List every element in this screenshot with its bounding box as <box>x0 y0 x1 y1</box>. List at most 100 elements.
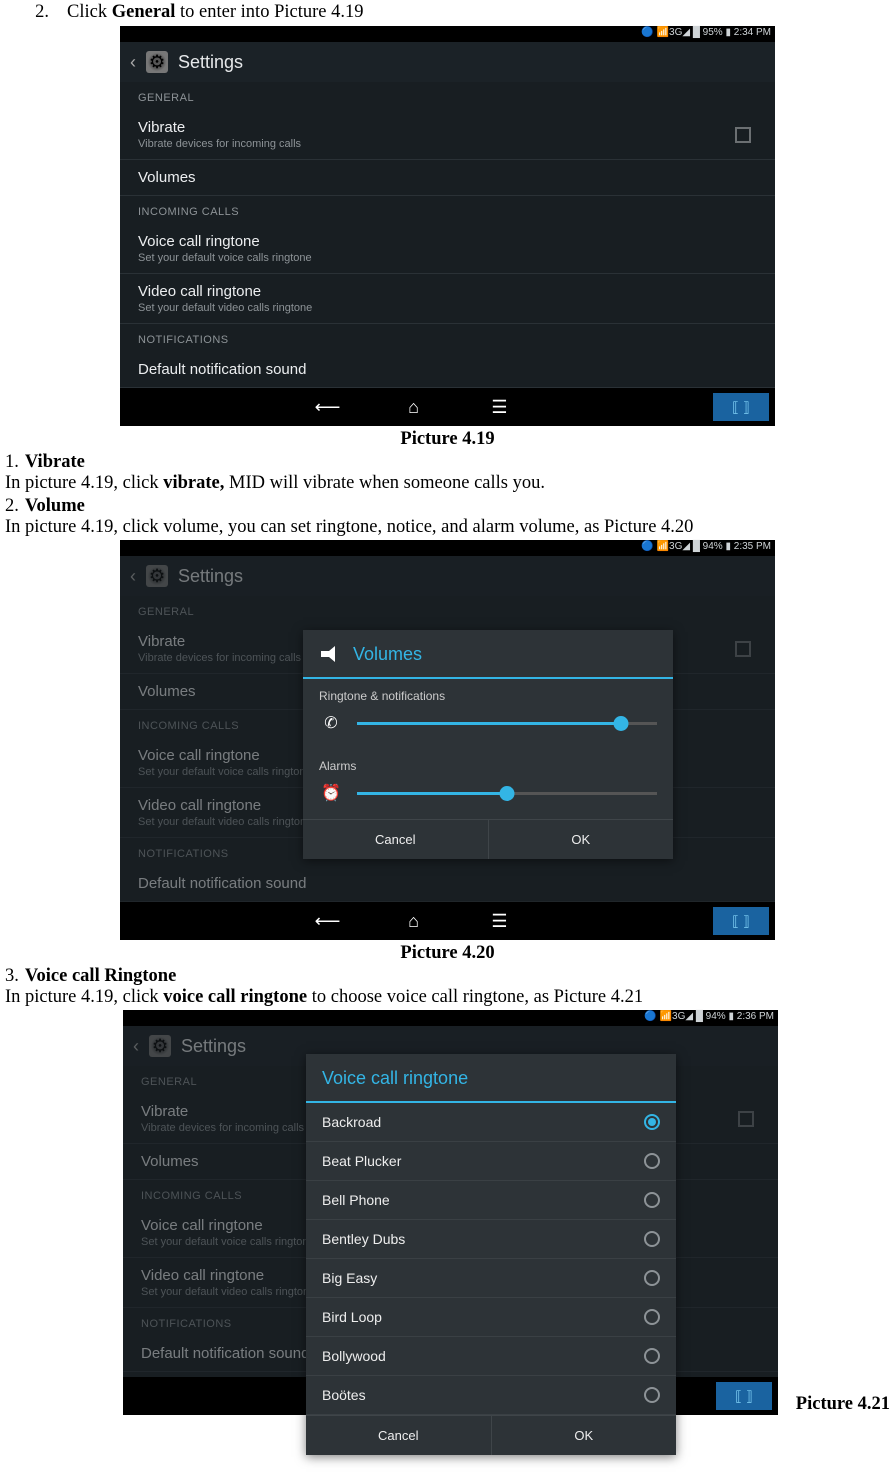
ringtone-item[interactable]: Bollywood <box>306 1337 676 1376</box>
vol-ok-button[interactable]: OK <box>489 820 674 859</box>
status-bar: 🔵 📶3G◢ █ 95% ▮ 2:34 PM <box>120 26 775 42</box>
ringtone-item-label: Big Easy <box>322 1270 377 1286</box>
section-general: GENERAL <box>120 82 775 110</box>
ringtone-item-label: Backroad <box>322 1114 381 1130</box>
radio-icon[interactable] <box>644 1348 660 1364</box>
volumes-dialog-title: Volumes <box>303 630 673 679</box>
phone-icon: ✆ <box>319 711 343 735</box>
settings-header: ‹ ⚙ Settings <box>120 42 775 82</box>
radio-icon[interactable] <box>644 1387 660 1403</box>
ringtone-dialog-title: Voice call ringtone <box>306 1054 676 1103</box>
instr-bold: General <box>112 2 176 22</box>
sec3-body: In picture 4.19, click voice call ringto… <box>5 987 890 1008</box>
settings-header-2: ‹ ⚙ Settings <box>120 556 775 596</box>
vol-dialog-buttons: Cancel OK <box>303 819 673 859</box>
radio-icon[interactable] <box>644 1231 660 1247</box>
gear-icon-3: ⚙ <box>149 1035 171 1057</box>
ringtone-item[interactable]: Bird Loop <box>306 1298 676 1337</box>
default-notif: Default notification sound <box>138 361 757 378</box>
item-default-notif[interactable]: Default notification sound <box>120 352 775 388</box>
sec2-body: In picture 4.19, click volume, you can s… <box>5 517 890 538</box>
ring-thumb[interactable] <box>614 716 629 731</box>
nav-bar-2: ⟵ ⌂ ☰ ⟦ ⟧ <box>120 902 775 940</box>
slider-ringtone[interactable]: ✆ <box>303 705 673 749</box>
sec1-body-post: MID will vibrate when someone calls you. <box>224 473 545 493</box>
ringtone-item-label: Bird Loop <box>322 1309 382 1325</box>
caption-4-20: Picture 4.20 <box>5 943 890 964</box>
ringtone-item[interactable]: Bentley Dubs <box>306 1220 676 1259</box>
ringtone-item[interactable]: Big Easy <box>306 1259 676 1298</box>
sec3-num: 3. <box>5 966 19 986</box>
video-title: Video call ringtone <box>138 283 757 300</box>
heading-volume: 2.Volume <box>5 496 890 517</box>
item-vibrate[interactable]: Vibrate Vibrate devices for incoming cal… <box>120 110 775 160</box>
item-video-call[interactable]: Video call ringtone Set your default vid… <box>120 274 775 324</box>
nav-back-icon[interactable]: ⟵ <box>285 397 371 418</box>
ring-cancel-button[interactable]: Cancel <box>306 1416 492 1455</box>
volumes-title: Volumes <box>138 169 757 186</box>
ringtone-list: Backroad Beat Plucker Bell Phone Bentley Du… <box>306 1103 676 1415</box>
video-sub: Set your default video calls ringtone <box>138 302 757 314</box>
ringtone-item-label: Bell Phone <box>322 1192 390 1208</box>
bg-sec-general: GENERAL <box>120 596 775 624</box>
back-chevron-icon-3: ‹ <box>133 1036 139 1057</box>
gear-icon-2: ⚙ <box>146 565 168 587</box>
bg-dn-t: Default notification sound <box>138 875 757 892</box>
vol-cancel-button[interactable]: Cancel <box>303 820 489 859</box>
status-bar-3: 🔵 📶3G◢ █ 94% ▮ 2:36 PM <box>123 1010 778 1026</box>
radio-icon[interactable] <box>644 1270 660 1286</box>
settings-title: Settings <box>178 52 243 73</box>
voice-sub: Set your default voice calls ringtone <box>138 252 757 264</box>
nav-screenshot-icon[interactable]: ⟦ ⟧ <box>713 393 769 421</box>
nav-back-icon-2[interactable]: ⟵ <box>285 911 371 932</box>
vibrate-sub: Vibrate devices for incoming calls <box>138 138 757 150</box>
nav-recent-icon[interactable]: ☰ <box>457 397 543 418</box>
ringtone-item[interactable]: Bell Phone <box>306 1181 676 1220</box>
alarm-icon: ⏰ <box>319 781 343 805</box>
radio-icon[interactable] <box>644 1153 660 1169</box>
volumes-dialog: Volumes Ringtone & notifications ✆ Alarm… <box>303 630 673 859</box>
nav-recent-icon-2[interactable]: ☰ <box>457 911 543 932</box>
nav-home-icon-2[interactable]: ⌂ <box>371 911 457 932</box>
back-chevron-icon[interactable]: ‹ <box>130 52 136 73</box>
ringtone-item[interactable]: Boötes <box>306 1376 676 1415</box>
settings-title-3: Settings <box>181 1036 246 1057</box>
item-volumes[interactable]: Volumes <box>120 160 775 196</box>
radio-icon[interactable] <box>644 1192 660 1208</box>
screenshot-4-19: 🔵 📶3G◢ █ 95% ▮ 2:34 PM ‹ ⚙ Settings GENE… <box>120 26 775 426</box>
instr-text-pre: Click <box>67 2 112 22</box>
bg3-vib-cb <box>738 1111 754 1127</box>
ringtone-item[interactable]: Beat Plucker <box>306 1142 676 1181</box>
radio-icon[interactable] <box>644 1114 660 1130</box>
sec1-body-bold: vibrate, <box>163 473 224 493</box>
sec1-num: 1. <box>5 452 19 472</box>
instr-text-post: to enter into Picture 4.19 <box>175 2 363 22</box>
ringtone-item-label: Bentley Dubs <box>322 1231 405 1247</box>
vibrate-checkbox[interactable] <box>735 127 751 143</box>
nav-screenshot-icon-2[interactable]: ⟦ ⟧ <box>713 907 769 935</box>
radio-icon[interactable] <box>644 1309 660 1325</box>
gear-icon: ⚙ <box>146 51 168 73</box>
ring-ok-button[interactable]: OK <box>492 1416 677 1455</box>
section-notifications: NOTIFICATIONS <box>120 324 775 352</box>
label-alarms: Alarms <box>303 749 673 775</box>
alarm-thumb[interactable] <box>500 786 515 801</box>
ringtone-item-label: Boötes <box>322 1387 366 1403</box>
alarm-track[interactable] <box>357 792 657 795</box>
status-bar-2: 🔵 📶3G◢ █ 94% ▮ 2:35 PM <box>120 540 775 556</box>
section-incoming: INCOMING CALLS <box>120 196 775 224</box>
sec3-title: Voice call Ringtone <box>25 966 176 986</box>
sec1-body: In picture 4.19, click vibrate, MID will… <box>5 473 890 494</box>
nav-home-icon[interactable]: ⌂ <box>371 397 457 418</box>
ring-track[interactable] <box>357 722 657 725</box>
vibrate-title: Vibrate <box>138 119 757 136</box>
screenshot-4-21: 🔵 📶3G◢ █ 94% ▮ 2:36 PM ‹ ⚙ Settings GENE… <box>123 1010 778 1415</box>
item-voice-call[interactable]: Voice call ringtone Set your default voi… <box>120 224 775 274</box>
slider-alarms[interactable]: ⏰ <box>303 775 673 819</box>
sec1-title: Vibrate <box>25 452 85 472</box>
sec1-body-pre: In picture 4.19, click <box>5 473 163 493</box>
nav-screenshot-icon-3[interactable]: ⟦ ⟧ <box>716 1382 772 1410</box>
ringtone-item[interactable]: Backroad <box>306 1103 676 1142</box>
back-chevron-icon-2: ‹ <box>130 566 136 587</box>
sec3-body-pre: In picture 4.19, click <box>5 987 163 1007</box>
